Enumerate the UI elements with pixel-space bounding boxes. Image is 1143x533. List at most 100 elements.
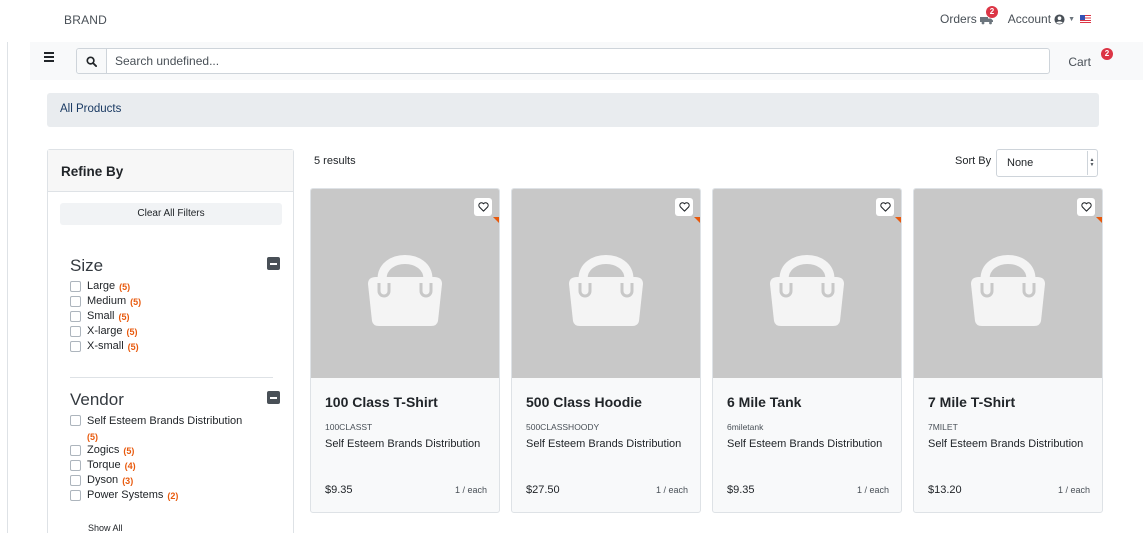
option-count: (5): [87, 432, 98, 442]
option-count: (5): [127, 342, 139, 352]
option-label: Self Esteem Brands Distribution: [87, 415, 243, 427]
option-count: (5): [118, 312, 130, 322]
search-button[interactable]: [77, 49, 107, 73]
product-price: $9.35: [325, 484, 353, 496]
product-card[interactable]: 6 Mile Tank 6miletank Self Esteem Brands…: [712, 188, 902, 513]
sort-label: Sort By: [955, 155, 992, 167]
show-all-link[interactable]: Show All: [88, 523, 123, 533]
product-price: $27.50: [526, 484, 560, 496]
checkbox[interactable]: [70, 311, 81, 322]
search-input[interactable]: [107, 50, 1049, 72]
orders-link[interactable]: Orders 2: [940, 6, 999, 26]
orders-label: Orders: [940, 12, 977, 26]
facet-option-x-small[interactable]: X-small (5): [70, 340, 287, 355]
account-dropdown[interactable]: Account ▼: [1008, 12, 1075, 26]
product-name[interactable]: 7 Mile T-Shirt: [928, 394, 1015, 410]
product-unit: 1 / each: [856, 485, 889, 495]
product-vendor: Self Esteem Brands Distribution: [325, 438, 481, 450]
product-image[interactable]: [713, 189, 901, 378]
option-label: Small: [87, 310, 115, 322]
sidebar-title: Refine By: [48, 150, 293, 192]
shopping-bag-icon: [971, 254, 1045, 326]
checkbox[interactable]: [70, 326, 81, 337]
checkbox[interactable]: [70, 415, 81, 426]
search-group: [76, 48, 1050, 74]
product-card[interactable]: 100 Class T-Shirt 100CLASST Self Esteem …: [310, 188, 500, 513]
clear-all-filters-button[interactable]: Clear All Filters: [60, 203, 282, 225]
checkbox[interactable]: [70, 460, 81, 471]
sort-select[interactable]: None ▲ ▼: [996, 149, 1098, 177]
checkbox[interactable]: [70, 445, 81, 456]
facet-option-power-systems[interactable]: Power Systems (2): [70, 489, 287, 504]
minus-square-icon[interactable]: [267, 257, 280, 270]
search-icon: [86, 55, 97, 67]
wishlist-button[interactable]: [876, 198, 894, 216]
checkbox[interactable]: [70, 490, 81, 501]
option-count: (3): [122, 476, 134, 486]
heart-icon: [879, 202, 891, 212]
checkbox[interactable]: [70, 475, 81, 486]
shopping-bag-icon: [368, 254, 442, 326]
product-name[interactable]: 100 Class T-Shirt: [325, 394, 438, 410]
product-name[interactable]: 500 Class Hoodie: [526, 394, 642, 410]
wishlist-button[interactable]: [474, 198, 492, 216]
product-image[interactable]: [914, 189, 1102, 378]
minus-square-icon[interactable]: [267, 391, 280, 404]
page-left-border: [7, 0, 8, 533]
option-count: (5): [126, 327, 138, 337]
product-sku: 100CLASST: [325, 422, 373, 432]
product-vendor: Self Esteem Brands Distribution: [526, 438, 682, 450]
heart-icon: [477, 202, 489, 212]
product-unit: 1 / each: [1057, 485, 1090, 495]
search-bar-row: Cart 2: [30, 42, 1143, 80]
product-card[interactable]: 500 Class Hoodie 500CLASSHOODY Self Este…: [511, 188, 701, 513]
hamburger-icon[interactable]: [44, 52, 56, 62]
product-name[interactable]: 6 Mile Tank: [727, 394, 801, 410]
facet-option-x-large[interactable]: X-large (5): [70, 325, 287, 340]
product-unit: 1 / each: [655, 485, 688, 495]
chevron-down-icon: ▼: [1068, 15, 1075, 23]
checkbox[interactable]: [70, 281, 81, 292]
corner-ribbon: [895, 217, 901, 223]
wishlist-button[interactable]: [1077, 198, 1095, 216]
orders-count-badge: 2: [986, 6, 999, 18]
wishlist-button[interactable]: [675, 198, 693, 216]
facet-option-medium[interactable]: Medium (5): [70, 295, 287, 310]
facet-title: Vendor: [70, 388, 287, 412]
facet-options: Self Esteem Brands Distribution (5) Zogic…: [70, 414, 287, 504]
product-sku: 6miletank: [727, 422, 764, 432]
option-count: (4): [124, 461, 136, 471]
brand-logo[interactable]: BRAND: [64, 13, 107, 27]
option-label: Power Systems: [87, 489, 164, 501]
checkbox[interactable]: [70, 296, 81, 307]
product-image[interactable]: [311, 189, 499, 378]
facet-option-torque[interactable]: Torque (4): [70, 459, 287, 474]
option-count: (5): [119, 282, 131, 292]
facet-option-zogics[interactable]: Zogics (5): [70, 444, 287, 459]
option-count: (5): [123, 446, 135, 456]
facet-option-small[interactable]: Small (5): [70, 310, 287, 325]
breadcrumb-all-products[interactable]: All Products: [60, 103, 121, 115]
checkbox[interactable]: [70, 341, 81, 352]
cart-count-badge: 2: [1101, 48, 1113, 60]
refine-sidebar: Refine By Clear All Filters Size Large (5…: [47, 149, 294, 533]
product-image[interactable]: [512, 189, 700, 378]
facet-title-text: Vendor: [70, 390, 124, 409]
facet-option-dyson[interactable]: Dyson (3): [70, 474, 287, 489]
cart-link[interactable]: Cart: [1068, 55, 1091, 69]
facet-option-self-esteem[interactable]: Self Esteem Brands Distribution (5): [70, 414, 287, 444]
top-right-nav: Orders 2 Account ▼: [940, 6, 1091, 26]
sort-selected-value: None: [1007, 157, 1034, 169]
corner-ribbon: [694, 217, 700, 223]
option-label: X-large: [87, 325, 123, 337]
corner-ribbon: [1096, 217, 1102, 223]
corner-ribbon: [493, 217, 499, 223]
facet-options: Large (5) Medium (5) Small (5) X-large (5) X…: [70, 280, 287, 355]
results-count: 5 results: [314, 155, 356, 167]
product-card[interactable]: 7 Mile T-Shirt 7MILET Self Esteem Brands…: [913, 188, 1103, 513]
us-flag-icon[interactable]: [1080, 15, 1091, 23]
heart-icon: [678, 202, 690, 212]
facet-option-large[interactable]: Large (5): [70, 280, 287, 295]
product-price: $9.35: [727, 484, 755, 496]
breadcrumb: All Products: [47, 93, 1099, 127]
